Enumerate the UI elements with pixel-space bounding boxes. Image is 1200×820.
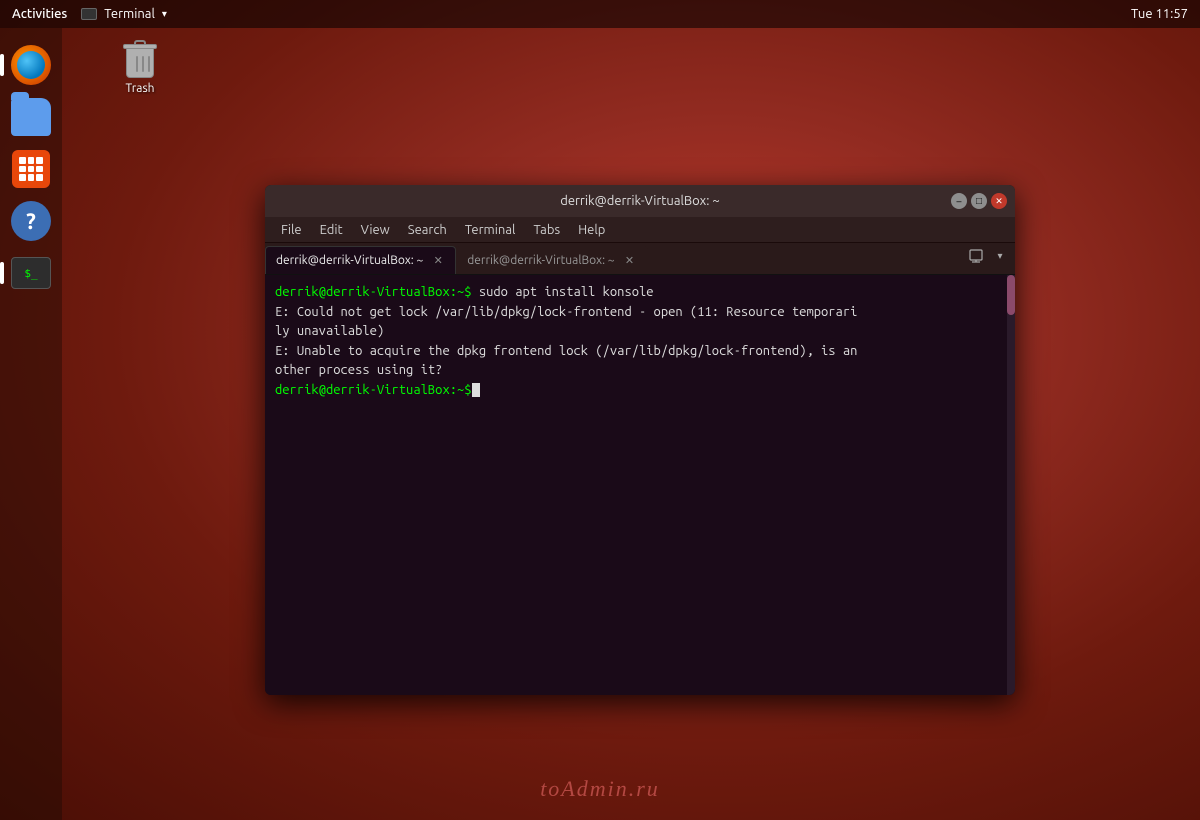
trash-bin-graphic bbox=[122, 40, 158, 78]
terminal-content[interactable]: derrik@derrik-VirtualBox:~$ sudo apt ins… bbox=[265, 275, 1015, 695]
tab-1-label: derrik@derrik-VirtualBox: ~ bbox=[276, 254, 423, 267]
terminal-line-6: derrik@derrik-VirtualBox:~$ bbox=[275, 381, 1005, 401]
text-cursor bbox=[472, 383, 480, 397]
terminal-scrollbar[interactable] bbox=[1007, 275, 1015, 695]
minimize-icon: – bbox=[957, 196, 962, 207]
terminal-title: derrik@derrik-VirtualBox: ~ bbox=[560, 194, 720, 208]
menu-view[interactable]: View bbox=[353, 221, 398, 239]
trash-lines bbox=[136, 56, 150, 72]
terminal-line-4: E: Unable to acquire the dpkg frontend l… bbox=[275, 342, 1005, 362]
menu-edit[interactable]: Edit bbox=[312, 221, 351, 239]
appgrid-icon bbox=[12, 150, 50, 188]
terminal-menubar: File Edit View Search Terminal Tabs Help bbox=[265, 217, 1015, 243]
tab-1[interactable]: derrik@derrik-VirtualBox: ~ ✕ bbox=[265, 246, 456, 274]
watermark: toAdmin.ru bbox=[540, 776, 660, 802]
menu-help[interactable]: Help bbox=[570, 221, 613, 239]
prompt-2: derrik@derrik-VirtualBox:~$ bbox=[275, 383, 472, 397]
titlebar-controls: – □ ✕ bbox=[951, 193, 1007, 209]
terminal-line-5: other process using it? bbox=[275, 361, 1005, 381]
menu-tabs[interactable]: Tabs bbox=[525, 221, 568, 239]
dock-item-terminal[interactable]: $_ bbox=[8, 250, 54, 296]
terminal-app-icon bbox=[81, 8, 97, 20]
menu-search[interactable]: Search bbox=[400, 221, 455, 239]
files-icon bbox=[11, 98, 51, 136]
new-tab-button[interactable] bbox=[965, 245, 987, 267]
chevron-down-icon: ▾ bbox=[997, 250, 1002, 262]
close-button[interactable]: ✕ bbox=[991, 193, 1007, 209]
scrollbar-thumb[interactable] bbox=[1007, 275, 1015, 315]
tab-dropdown-button[interactable]: ▾ bbox=[989, 245, 1011, 267]
clock: Tue 11:57 bbox=[1131, 7, 1188, 21]
menu-terminal[interactable]: Terminal bbox=[457, 221, 524, 239]
trash-desktop-icon[interactable]: Trash bbox=[100, 40, 180, 95]
tab-2-close[interactable]: ✕ bbox=[623, 254, 637, 268]
command-1: sudo apt install konsole bbox=[472, 285, 654, 299]
firefox-icon bbox=[11, 45, 51, 85]
terminal-dock-icon: $_ bbox=[11, 257, 51, 289]
top-bar: Activities Terminal ▾ Tue 11:57 bbox=[0, 0, 1200, 28]
minimize-button[interactable]: – bbox=[951, 193, 967, 209]
dock-item-firefox[interactable] bbox=[8, 42, 54, 88]
trash-label: Trash bbox=[125, 82, 154, 95]
terminal-line-1: derrik@derrik-VirtualBox:~$ sudo apt ins… bbox=[275, 283, 1005, 303]
tab-1-close[interactable]: ✕ bbox=[431, 254, 445, 268]
dock-item-appgrid[interactable] bbox=[8, 146, 54, 192]
dock-item-files[interactable] bbox=[8, 94, 54, 140]
menu-file[interactable]: File bbox=[273, 221, 310, 239]
tab-2-label: derrik@derrik-VirtualBox: ~ bbox=[467, 254, 614, 267]
top-bar-left: Activities Terminal ▾ bbox=[12, 7, 167, 21]
terminal-app-menu[interactable]: Terminal ▾ bbox=[81, 7, 167, 21]
terminal-titlebar: derrik@derrik-VirtualBox: ~ – □ ✕ bbox=[265, 185, 1015, 217]
prompt-1: derrik@derrik-VirtualBox:~$ bbox=[275, 285, 472, 299]
tab-2[interactable]: derrik@derrik-VirtualBox: ~ ✕ bbox=[456, 246, 647, 274]
help-icon: ? bbox=[11, 201, 51, 241]
terminal-line-2: E: Could not get lock /var/lib/dpkg/lock… bbox=[275, 303, 1005, 323]
close-icon: ✕ bbox=[995, 196, 1003, 207]
dock: ? $_ bbox=[0, 28, 62, 820]
terminal-window: derrik@derrik-VirtualBox: ~ – □ ✕ File E… bbox=[265, 185, 1015, 695]
dock-item-help[interactable]: ? bbox=[8, 198, 54, 244]
tabs-controls: ▾ bbox=[965, 245, 1011, 267]
terminal-app-label: Terminal bbox=[104, 7, 155, 21]
maximize-icon: □ bbox=[976, 195, 982, 207]
terminal-tabs-bar: derrik@derrik-VirtualBox: ~ ✕ derrik@der… bbox=[265, 243, 1015, 275]
terminal-line-3: ly unavailable) bbox=[275, 322, 1005, 342]
activities-button[interactable]: Activities bbox=[12, 7, 67, 21]
maximize-button[interactable]: □ bbox=[971, 193, 987, 209]
terminal-app-arrow: ▾ bbox=[162, 8, 167, 20]
trash-body bbox=[126, 48, 154, 78]
screen-icon bbox=[969, 249, 983, 263]
appgrid-grid bbox=[19, 157, 43, 181]
